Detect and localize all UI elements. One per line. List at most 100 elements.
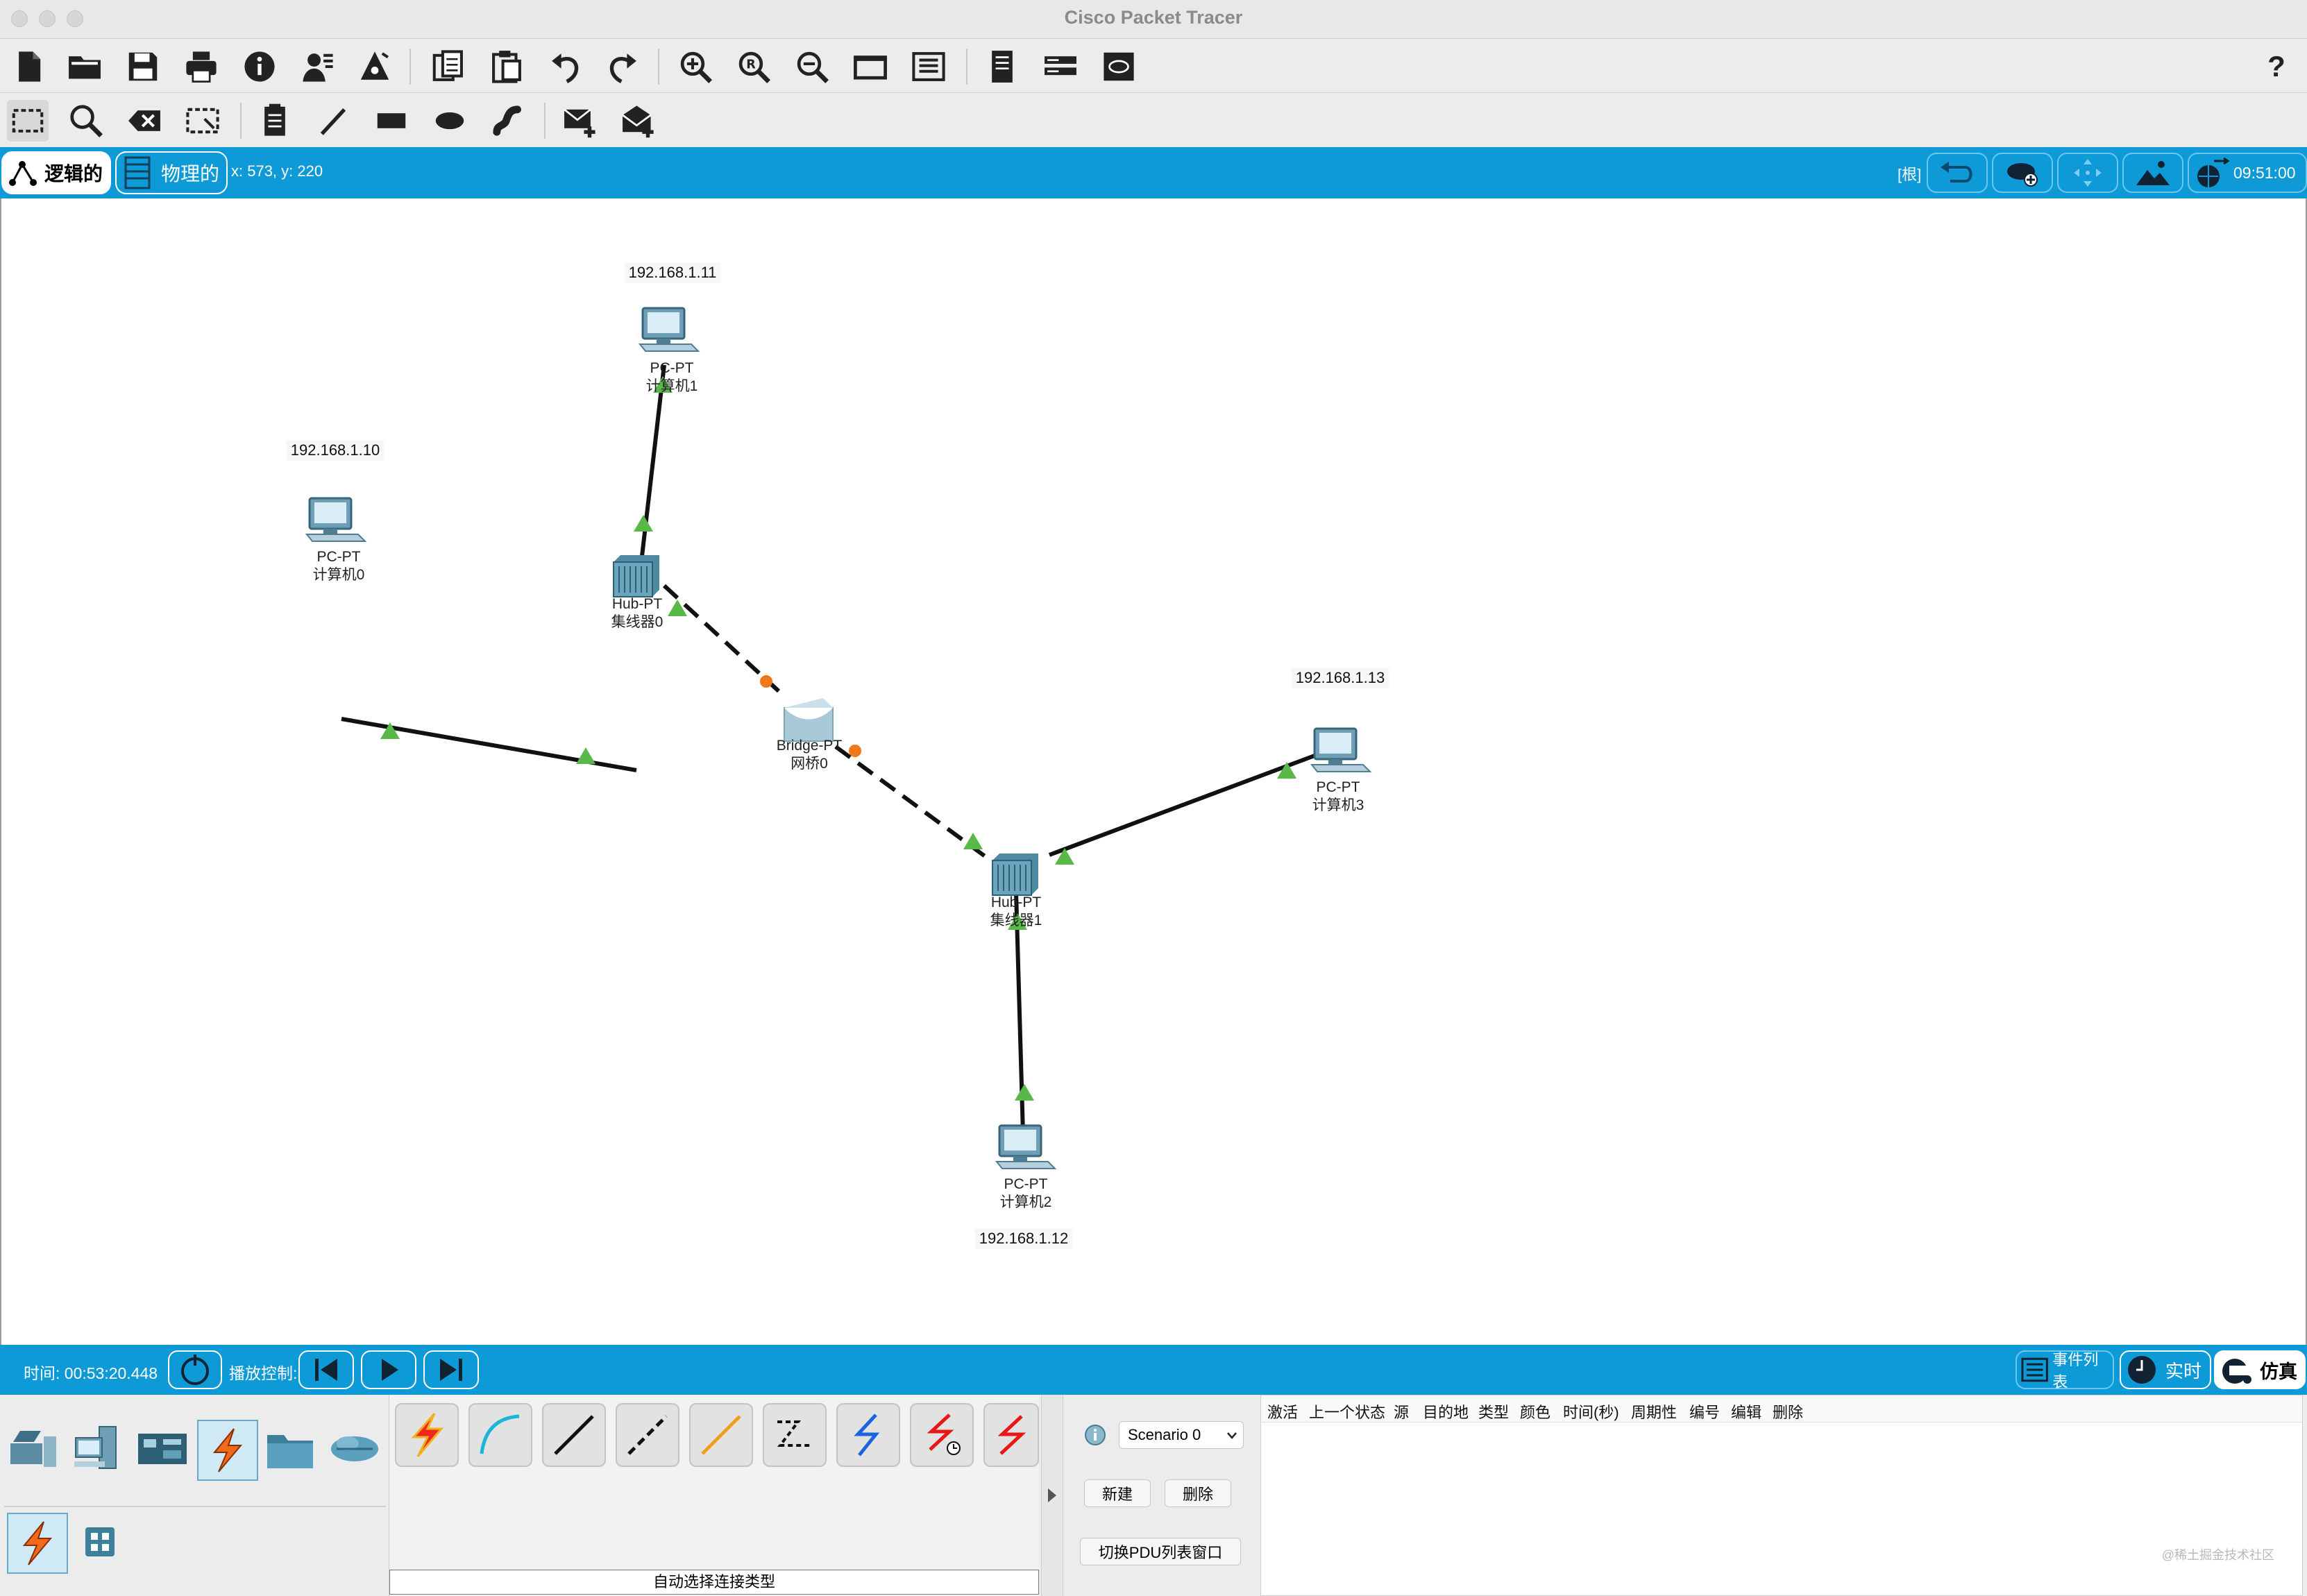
multiuser-icon[interactable] [325, 1420, 383, 1478]
copper-straight-through-cable[interactable] [542, 1403, 606, 1467]
notes-icon[interactable] [981, 46, 1023, 87]
ip-note-pc0[interactable]: 192.168.1.10 [286, 440, 384, 461]
realtime-mode-button[interactable]: 实时 [2120, 1350, 2211, 1389]
connections-subcategory-icon[interactable] [7, 1513, 68, 1574]
col-source[interactable]: 源 [1394, 1400, 1409, 1423]
select-icon[interactable] [7, 100, 49, 142]
device-name: 计算机1 [645, 378, 698, 394]
draw-line-icon[interactable] [312, 100, 354, 142]
inspect-icon[interactable] [65, 100, 107, 142]
open-folder-icon[interactable] [64, 46, 105, 87]
add-complex-pdu-icon[interactable] [618, 100, 659, 142]
simulation-mode-button[interactable]: 仿真 [2214, 1350, 2306, 1389]
cluster-icon[interactable] [1040, 46, 1081, 87]
custom-devices-dialog-icon[interactable] [908, 46, 949, 87]
event-list-button[interactable]: 事件列表 [2016, 1350, 2114, 1391]
auto-connection-cable[interactable] [395, 1403, 459, 1467]
undo-icon[interactable] [544, 46, 586, 87]
collapse-panel-toggle[interactable] [1041, 1395, 1063, 1596]
ip-note-pc1[interactable]: 192.168.1.11 [624, 262, 721, 283]
col-edit[interactable]: 编辑 [1731, 1400, 1761, 1423]
new-cluster-button[interactable] [1992, 153, 2053, 193]
viewport-clock-button[interactable]: 09:51:00 [2188, 153, 2307, 193]
serial-dce-cable[interactable] [910, 1403, 974, 1467]
info-icon[interactable] [1084, 1424, 1106, 1450]
col-periodic[interactable]: 周期性 [1631, 1400, 1677, 1423]
pc-icon[interactable] [995, 1124, 1057, 1169]
freeform-icon[interactable] [487, 100, 529, 142]
hub-icon[interactable] [613, 555, 659, 597]
pc-icon[interactable] [305, 497, 367, 542]
power-cycle-button[interactable] [168, 1350, 222, 1389]
delete-scenario-button[interactable]: 删除 [1165, 1479, 1231, 1507]
misc-icon[interactable] [261, 1420, 319, 1478]
window-title: Cisco Packet Tracer [1064, 7, 1243, 28]
components-icon[interactable] [133, 1420, 192, 1478]
draw-ellipse-icon[interactable] [429, 100, 471, 142]
col-type[interactable]: 类型 [1478, 1400, 1509, 1423]
root-breadcrumb[interactable]: [根] [1898, 162, 1921, 185]
step-back-button[interactable] [298, 1350, 354, 1389]
ip-note-pc2[interactable]: 192.168.1.12 [974, 1228, 1073, 1249]
new-scenario-button[interactable]: 新建 [1084, 1479, 1151, 1507]
col-active[interactable]: 激活 [1267, 1400, 1298, 1423]
print-icon[interactable] [180, 46, 222, 87]
col-time-sec[interactable]: 时间(秒) [1563, 1400, 1619, 1423]
draw-rectangle-icon[interactable] [371, 100, 412, 142]
col-delete[interactable]: 删除 [1773, 1400, 1803, 1423]
drawing-palette-icon[interactable] [850, 46, 891, 87]
copy-icon[interactable] [428, 46, 469, 87]
console-cable[interactable] [468, 1403, 532, 1467]
hub-icon[interactable] [992, 854, 1038, 896]
info-icon[interactable] [239, 46, 280, 87]
chevron-right-icon [1048, 1488, 1056, 1502]
bridge-icon[interactable] [784, 698, 834, 742]
logical-view-tab[interactable]: 逻辑的 [1, 151, 111, 194]
delete-icon[interactable] [124, 100, 165, 142]
device-label-bridge0: Bridge-PT 网桥0 [777, 737, 843, 773]
new-file-icon[interactable] [8, 46, 50, 87]
link-bridge0-hub1[interactable] [834, 745, 988, 860]
serial-dte-cable[interactable] [983, 1403, 1039, 1467]
ip-note-pc3[interactable]: 192.168.1.13 [1291, 668, 1389, 688]
scenario-select[interactable]: Scenario 0 [1119, 1421, 1244, 1449]
back-button[interactable] [1927, 153, 1988, 193]
copper-cross-over-cable[interactable] [616, 1403, 679, 1467]
place-note-icon[interactable] [254, 100, 296, 142]
col-color[interactable]: 颜色 [1520, 1400, 1550, 1423]
step-forward-button[interactable] [423, 1350, 479, 1389]
set-background-button[interactable] [2122, 153, 2183, 193]
col-last-status[interactable]: 上一个状态 [1309, 1400, 1385, 1423]
resize-icon[interactable] [182, 100, 223, 142]
fiber-cable[interactable] [689, 1403, 753, 1467]
zoom-in-icon[interactable] [675, 46, 716, 87]
end-devices-icon[interactable] [69, 1420, 128, 1478]
paste-icon[interactable] [486, 46, 527, 87]
col-number[interactable]: 编号 [1689, 1400, 1720, 1423]
toggle-pdu-list-button[interactable]: 切换PDU列表窗口 [1080, 1538, 1241, 1565]
link-hub1-pc3[interactable] [1048, 752, 1321, 857]
activity-wizard-icon[interactable] [297, 46, 339, 87]
grid-icon[interactable] [71, 1513, 129, 1571]
pc-icon[interactable] [1310, 727, 1372, 772]
link-hub0-bridge0[interactable] [662, 584, 781, 693]
workspace-image-icon[interactable] [1098, 46, 1140, 87]
save-icon[interactable] [122, 46, 164, 87]
connections-icon[interactable] [197, 1420, 258, 1481]
help-button[interactable]: ? [2256, 46, 2297, 87]
zoom-out-icon[interactable] [791, 46, 833, 87]
custom-device-icon[interactable] [354, 46, 396, 87]
physical-view-tab[interactable]: 物理的 [115, 151, 228, 194]
phone-cable[interactable] [763, 1403, 827, 1467]
add-simple-pdu-icon[interactable] [559, 100, 601, 142]
play-button[interactable] [361, 1350, 416, 1389]
redo-icon[interactable] [602, 46, 644, 87]
pc-icon[interactable] [638, 307, 700, 352]
col-destination[interactable]: 目的地 [1423, 1400, 1469, 1423]
network-devices-icon[interactable] [6, 1420, 64, 1478]
logical-workspace[interactable]: 192.168.1.10 192.168.1.11 192.168.1.12 1… [0, 198, 2307, 1345]
zoom-reset-icon[interactable]: R [733, 46, 775, 87]
device-specific-selection-box: 自动选择连接类型 [389, 1395, 1039, 1596]
coaxial-cable[interactable] [836, 1403, 900, 1467]
move-object-button[interactable] [2057, 153, 2118, 193]
